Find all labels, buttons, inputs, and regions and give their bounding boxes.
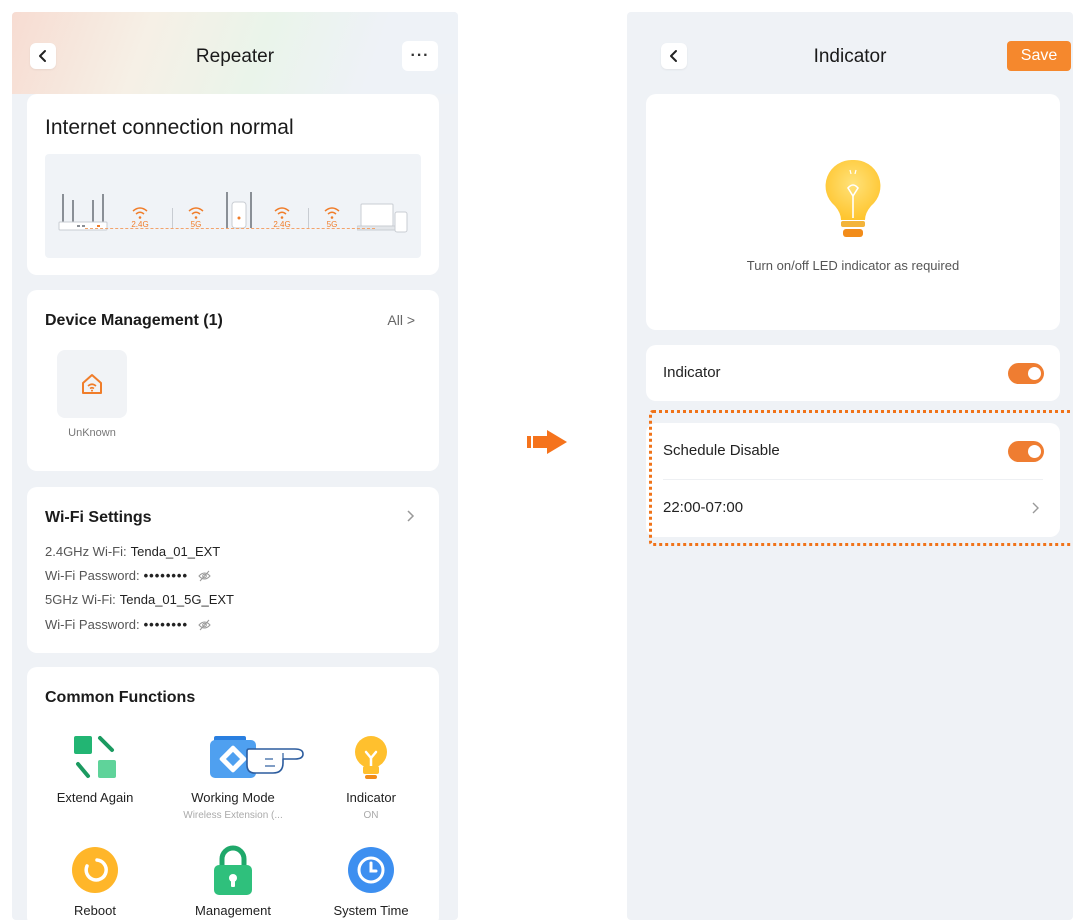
function-sub: Wireless Extension (...	[183, 810, 283, 821]
function-extend-again[interactable]: Extend Again	[35, 732, 155, 805]
wifi-2g-indicator: 2.4G	[129, 206, 151, 229]
wifi-icon	[188, 207, 204, 219]
save-button[interactable]: Save	[1007, 41, 1071, 71]
function-reboot[interactable]: Reboot	[35, 845, 155, 918]
function-system-time[interactable]: System Time	[311, 845, 431, 918]
indicator-screen: Indicator Save Turn on/off LED indicator…	[627, 12, 1073, 920]
network-topology: 2.4G 5G 2.4G 5G	[45, 154, 421, 258]
connection-line	[85, 228, 375, 229]
separator	[308, 208, 309, 228]
wifi-settings-card[interactable]: Wi-Fi Settings 2.4GHz Wi-Fi: Tenda_01_EXT…	[27, 487, 439, 653]
laptop-phone-icon	[357, 203, 408, 233]
wifi-24g-label: 2.4GHz Wi-Fi:	[45, 544, 127, 559]
indicator-toggle[interactable]	[1008, 363, 1044, 384]
password-value: ••••••••	[143, 617, 189, 632]
device-tile[interactable]	[57, 350, 127, 418]
wifi-5g-indicator: 5G	[321, 206, 343, 229]
repeater-screen: Repeater ··· Internet connection normal …	[12, 12, 458, 920]
indicator-hero-card: Turn on/off LED indicator as required	[646, 94, 1060, 330]
transition-arrow-icon	[527, 430, 567, 454]
wifi-24g-ssid: Tenda_01_EXT	[130, 544, 221, 559]
pointing-hand-icon	[246, 748, 304, 774]
toggle-knob	[1028, 367, 1041, 380]
wifi-5g-row: 5GHz Wi-Fi: Tenda_01_5G_EXT	[45, 592, 234, 607]
function-label: Reboot	[74, 903, 116, 918]
function-sub: ON	[363, 810, 379, 821]
connection-status-card: Internet connection normal 2.4G 5G 2.4G …	[27, 94, 439, 275]
all-devices-link[interactable]: All >	[387, 312, 415, 328]
function-label: Indicator	[346, 790, 396, 805]
light-bulb-icon	[825, 159, 881, 237]
wifi-5g-indicator: 5G	[185, 206, 207, 229]
function-label: Working Mode	[191, 790, 275, 805]
wifi-icon	[132, 207, 148, 219]
wifi-settings-title: Wi-Fi Settings	[45, 509, 152, 526]
device-management-title: Device Management (1)	[45, 312, 223, 329]
chevron-right-icon	[407, 510, 415, 522]
header: Indicator Save	[627, 12, 1073, 94]
wifi-5g-ssid: Tenda_01_5G_EXT	[119, 592, 234, 607]
password-label: Wi-Fi Password:	[45, 617, 140, 632]
device-management-card: Device Management (1) All > UnKnown	[27, 290, 439, 471]
function-label: Management	[195, 903, 271, 918]
wifi-icon	[274, 207, 290, 219]
function-label: Extend Again	[56, 790, 134, 805]
function-label: System Time	[333, 903, 409, 918]
common-functions-card: Common Functions Extend Again Working Mo…	[27, 667, 439, 920]
indicator-description: Turn on/off LED indicator as required	[746, 258, 960, 273]
eye-off-icon[interactable]	[197, 570, 211, 582]
clock-icon	[348, 847, 394, 893]
eye-off-icon[interactable]	[197, 619, 211, 631]
connection-status-text: Internet connection normal	[45, 116, 294, 139]
bulb-icon	[355, 736, 387, 779]
page-title: Repeater	[195, 46, 275, 67]
header: Repeater ···	[12, 12, 458, 94]
more-button[interactable]: ···	[402, 41, 438, 71]
function-management[interactable]: Management	[173, 845, 293, 918]
highlight-frame	[649, 410, 1073, 546]
device-name: UnKnown	[68, 427, 116, 439]
password-value: ••••••••	[143, 568, 189, 583]
function-indicator[interactable]: Indicator ON	[311, 732, 431, 821]
password-label: Wi-Fi Password:	[45, 568, 140, 583]
wifi-24g-row: 2.4GHz Wi-Fi: Tenda_01_EXT	[45, 544, 220, 559]
separator	[172, 208, 173, 228]
wifi-2g-indicator: 2.4G	[271, 206, 293, 229]
common-functions-title: Common Functions	[45, 689, 196, 706]
lock-icon	[214, 845, 252, 895]
wifi-icon	[324, 207, 340, 219]
reboot-icon	[72, 847, 118, 893]
indicator-label: Indicator	[663, 364, 721, 381]
extend-icon	[74, 736, 116, 778]
wifi-24g-password-row: Wi-Fi Password: ••••••••	[45, 568, 211, 583]
home-wifi-icon	[82, 374, 102, 394]
wifi-5g-label: 5GHz Wi-Fi:	[45, 592, 116, 607]
wifi-5g-password-row: Wi-Fi Password: ••••••••	[45, 617, 211, 632]
indicator-setting-row: Indicator	[646, 345, 1060, 401]
